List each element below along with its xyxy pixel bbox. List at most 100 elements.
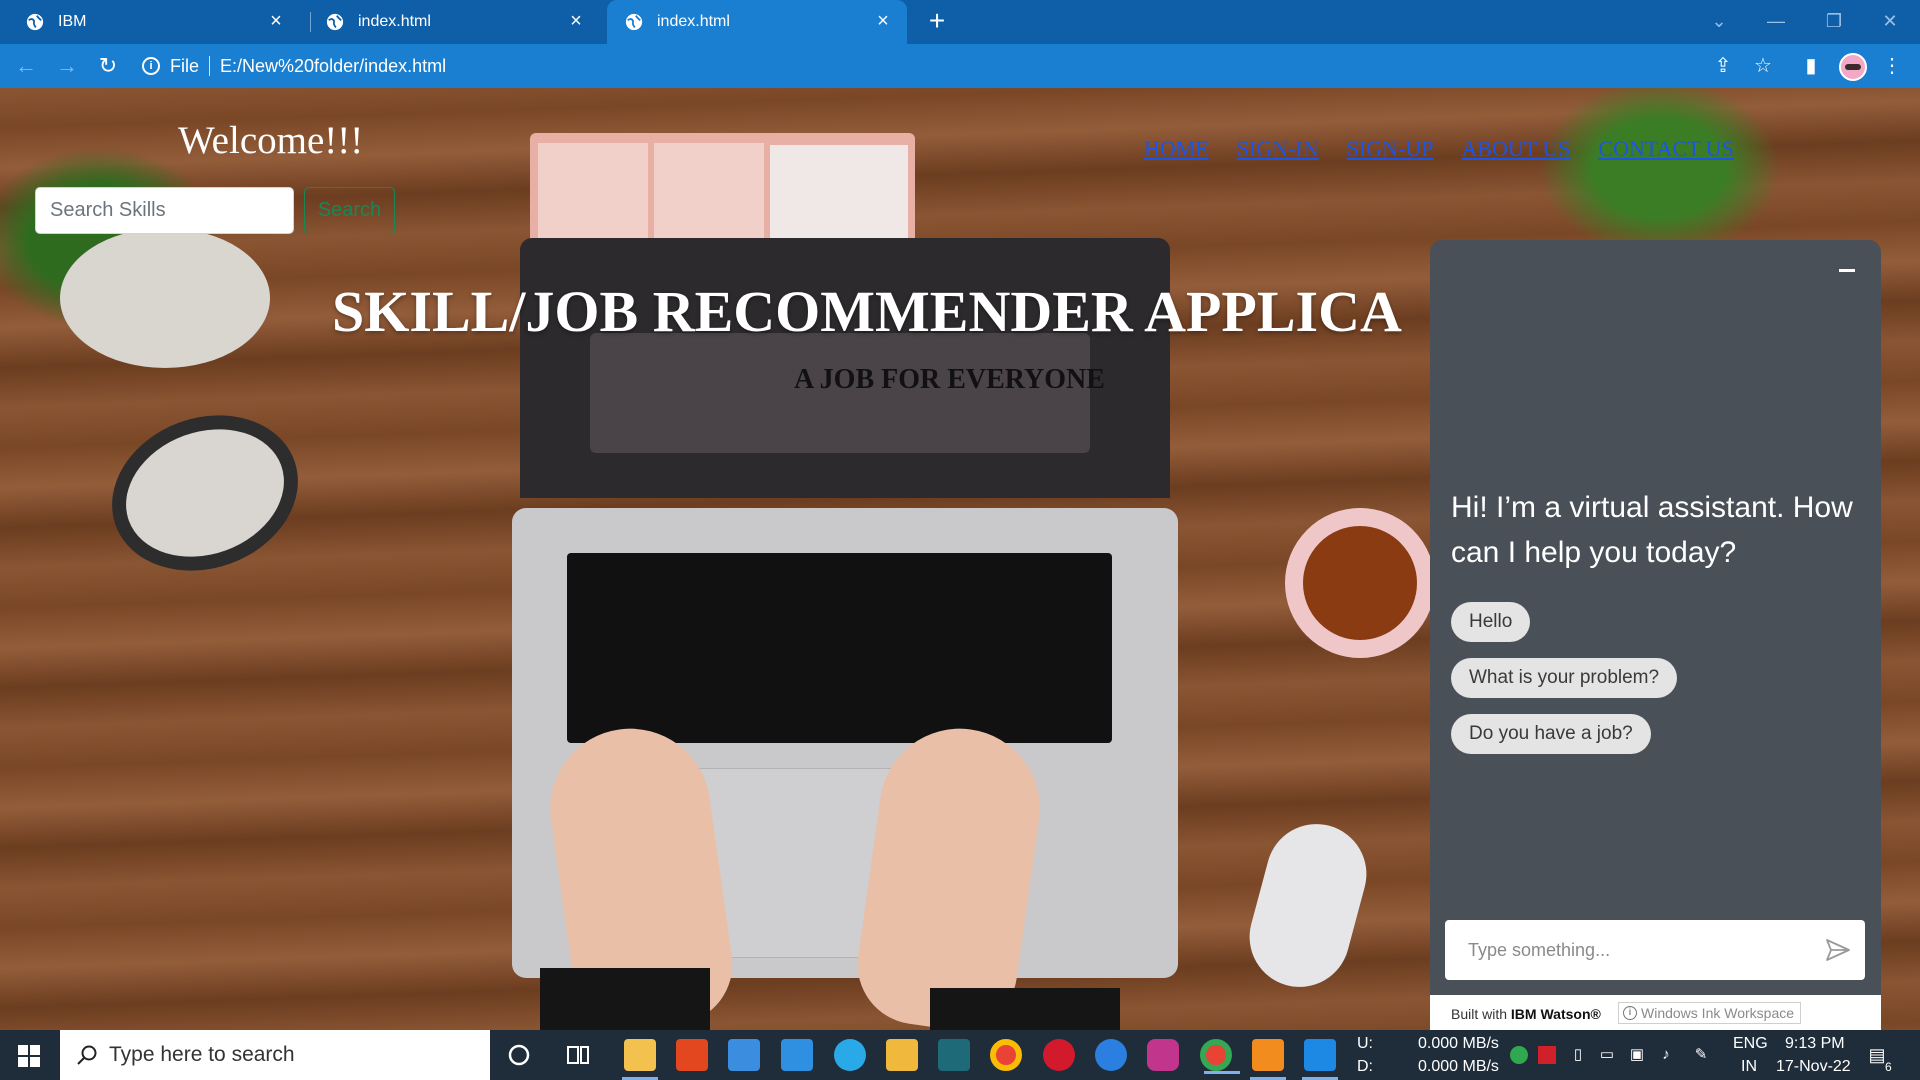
taskbar-search-placeholder: Type here to search (109, 1043, 295, 1066)
assistant-greeting: Hi! I’m a virtual assistant. How can I h… (1451, 491, 1853, 569)
computer-mouse-image (1238, 812, 1378, 999)
bookmark-star-icon[interactable]: ☆ (1751, 54, 1775, 78)
network-icon[interactable]: ▣ (1628, 1046, 1646, 1064)
vscode-icon[interactable] (1302, 1039, 1338, 1080)
hero-title: SKILL/JOB RECOMMENDER APPLICA (332, 279, 1402, 344)
reload-icon[interactable]: ↻ (94, 52, 122, 80)
office-icon[interactable] (676, 1039, 708, 1071)
send-icon[interactable] (1825, 937, 1851, 963)
tab-title: index.html (657, 13, 730, 30)
network-down-label: D: (1357, 1058, 1373, 1075)
taskbar-search-box[interactable]: Type here to search (60, 1030, 490, 1080)
address-scheme-label: File (170, 55, 200, 76)
tab-title: IBM (58, 13, 87, 30)
cortana-icon[interactable] (503, 1039, 535, 1071)
info-icon: i (1623, 1006, 1637, 1020)
search-icon (77, 1045, 97, 1065)
clock-time[interactable]: 9:13 PM (1785, 1033, 1845, 1055)
windows-ink-tooltip: i Windows Ink Workspace (1618, 1002, 1802, 1024)
plant-pot-image (60, 228, 270, 368)
opera-icon[interactable] (1043, 1039, 1075, 1071)
nav-sign-up-link[interactable]: SIGN-UP (1347, 136, 1434, 162)
ccleaner-icon[interactable] (1095, 1039, 1127, 1071)
nav-sign-in-link[interactable]: SIGN-IN (1237, 136, 1319, 162)
telegram-icon[interactable] (834, 1039, 866, 1071)
chrome-icon[interactable] (990, 1039, 1022, 1071)
option-hello-button[interactable]: Hello (1451, 602, 1531, 642)
minimize-chat-icon[interactable] (1839, 269, 1855, 272)
tab-index-1[interactable]: index.html × (300, 0, 600, 44)
clock-date[interactable]: 17-Nov-22 (1776, 1056, 1851, 1078)
minimize-window-button[interactable]: — (1752, 6, 1800, 36)
windows-taskbar: Type here to search U: D: 0.000 MB/s 0.0… (0, 1030, 1920, 1080)
site-info-icon[interactable]: i (142, 57, 160, 75)
built-with-prefix: Built with (1451, 1006, 1511, 1022)
globe-icon (625, 13, 643, 31)
tab-title: index.html (358, 13, 431, 30)
chrome-profile-icon[interactable] (1200, 1039, 1240, 1074)
menu-kebab-icon[interactable]: ⋮ (1880, 54, 1904, 78)
built-with-brand: IBM Watson® (1510, 1006, 1601, 1022)
network-up-speed: 0.000 MB/s (1418, 1035, 1499, 1052)
usb-icon[interactable]: ▯ (1569, 1046, 1587, 1064)
file-explorer-icon[interactable] (622, 1039, 658, 1080)
side-panel-icon[interactable]: ▮ (1799, 54, 1823, 78)
battery-icon[interactable]: ▭ (1598, 1046, 1616, 1064)
tab-ibm[interactable]: IBM × (0, 0, 300, 44)
nav-home-link[interactable]: HOME (1144, 136, 1209, 162)
forward-arrow-icon[interactable]: → (53, 52, 81, 80)
close-tab-icon[interactable]: × (871, 9, 895, 33)
address-separator (209, 56, 211, 76)
chat-footer: Built with IBM Watson® i Windows Ink Work… (1430, 995, 1881, 1030)
mail-icon[interactable] (781, 1039, 813, 1071)
network-up-label: U: (1357, 1035, 1373, 1052)
pen-workspace-icon[interactable]: ✎ (1692, 1046, 1710, 1064)
notification-count: 6 (1885, 1060, 1892, 1074)
tray-app-icon[interactable] (1538, 1046, 1556, 1064)
search-button[interactable]: Search (304, 187, 395, 234)
tea-cup-image (1285, 508, 1435, 658)
search-skills-input[interactable] (35, 187, 294, 234)
nav-contact-us-link[interactable]: CONTACT US (1598, 136, 1733, 162)
instagram-icon[interactable] (1147, 1039, 1179, 1071)
chat-message-input[interactable] (1445, 920, 1815, 980)
address-url[interactable]: E:/New%20folder/index.html (220, 56, 446, 77)
close-window-button[interactable]: ✕ (1866, 6, 1914, 36)
windows-start-icon[interactable] (18, 1045, 40, 1067)
notification-center-icon[interactable]: ▤ (1868, 1046, 1886, 1064)
laptop-keyboard (567, 553, 1112, 743)
tab-search-chevron-icon[interactable]: ⌄ (1695, 6, 1743, 36)
alarm-clock-image (90, 390, 320, 596)
installer-icon[interactable] (938, 1039, 970, 1071)
tooltip-text: Windows Ink Workspace (1641, 1005, 1795, 1021)
language-line2[interactable]: IN (1741, 1056, 1757, 1078)
left-sleeve-image (540, 968, 710, 1030)
network-down-speed: 0.000 MB/s (1418, 1058, 1499, 1075)
nav-about-us-link[interactable]: ABOUT US (1461, 136, 1570, 162)
sublime-text-icon[interactable] (1250, 1039, 1286, 1080)
close-tab-icon[interactable]: × (564, 9, 588, 33)
chat-input-container (1445, 920, 1865, 980)
language-line1[interactable]: ENG (1733, 1033, 1768, 1055)
main-nav: HOME SIGN-IN SIGN-UP ABOUT US CONTACT US (1144, 136, 1734, 162)
share-icon[interactable]: ⇪ (1711, 54, 1735, 78)
profile-avatar[interactable] (1839, 53, 1867, 81)
welcome-heading: Welcome!!! (178, 119, 364, 162)
folder-icon[interactable] (886, 1039, 918, 1071)
new-tab-button[interactable]: + (922, 7, 952, 37)
option-problem-button[interactable]: What is your problem? (1451, 658, 1678, 698)
address-bar[interactable]: i File E:/New%20folder/index.html (142, 54, 446, 78)
built-with-label: Built with IBM Watson® (1451, 1006, 1601, 1022)
back-arrow-icon[interactable]: ← (12, 52, 40, 80)
task-view-icon[interactable] (562, 1039, 594, 1071)
volume-icon[interactable]: ♪ (1657, 1046, 1675, 1064)
option-job-button[interactable]: Do you have a job? (1451, 714, 1651, 754)
tray-app-icon[interactable] (1510, 1046, 1528, 1064)
hero-subtitle: A JOB FOR EVERYONE (794, 364, 1105, 395)
microsoft-store-icon[interactable] (728, 1039, 760, 1071)
close-tab-icon[interactable]: × (264, 9, 288, 33)
globe-icon (26, 13, 44, 31)
tab-index-active[interactable]: index.html × (607, 0, 907, 44)
restore-window-button[interactable]: ❐ (1810, 6, 1858, 36)
browser-tab-bar: IBM × index.html × index.html × + ⌄ — ❐ … (0, 0, 1920, 44)
